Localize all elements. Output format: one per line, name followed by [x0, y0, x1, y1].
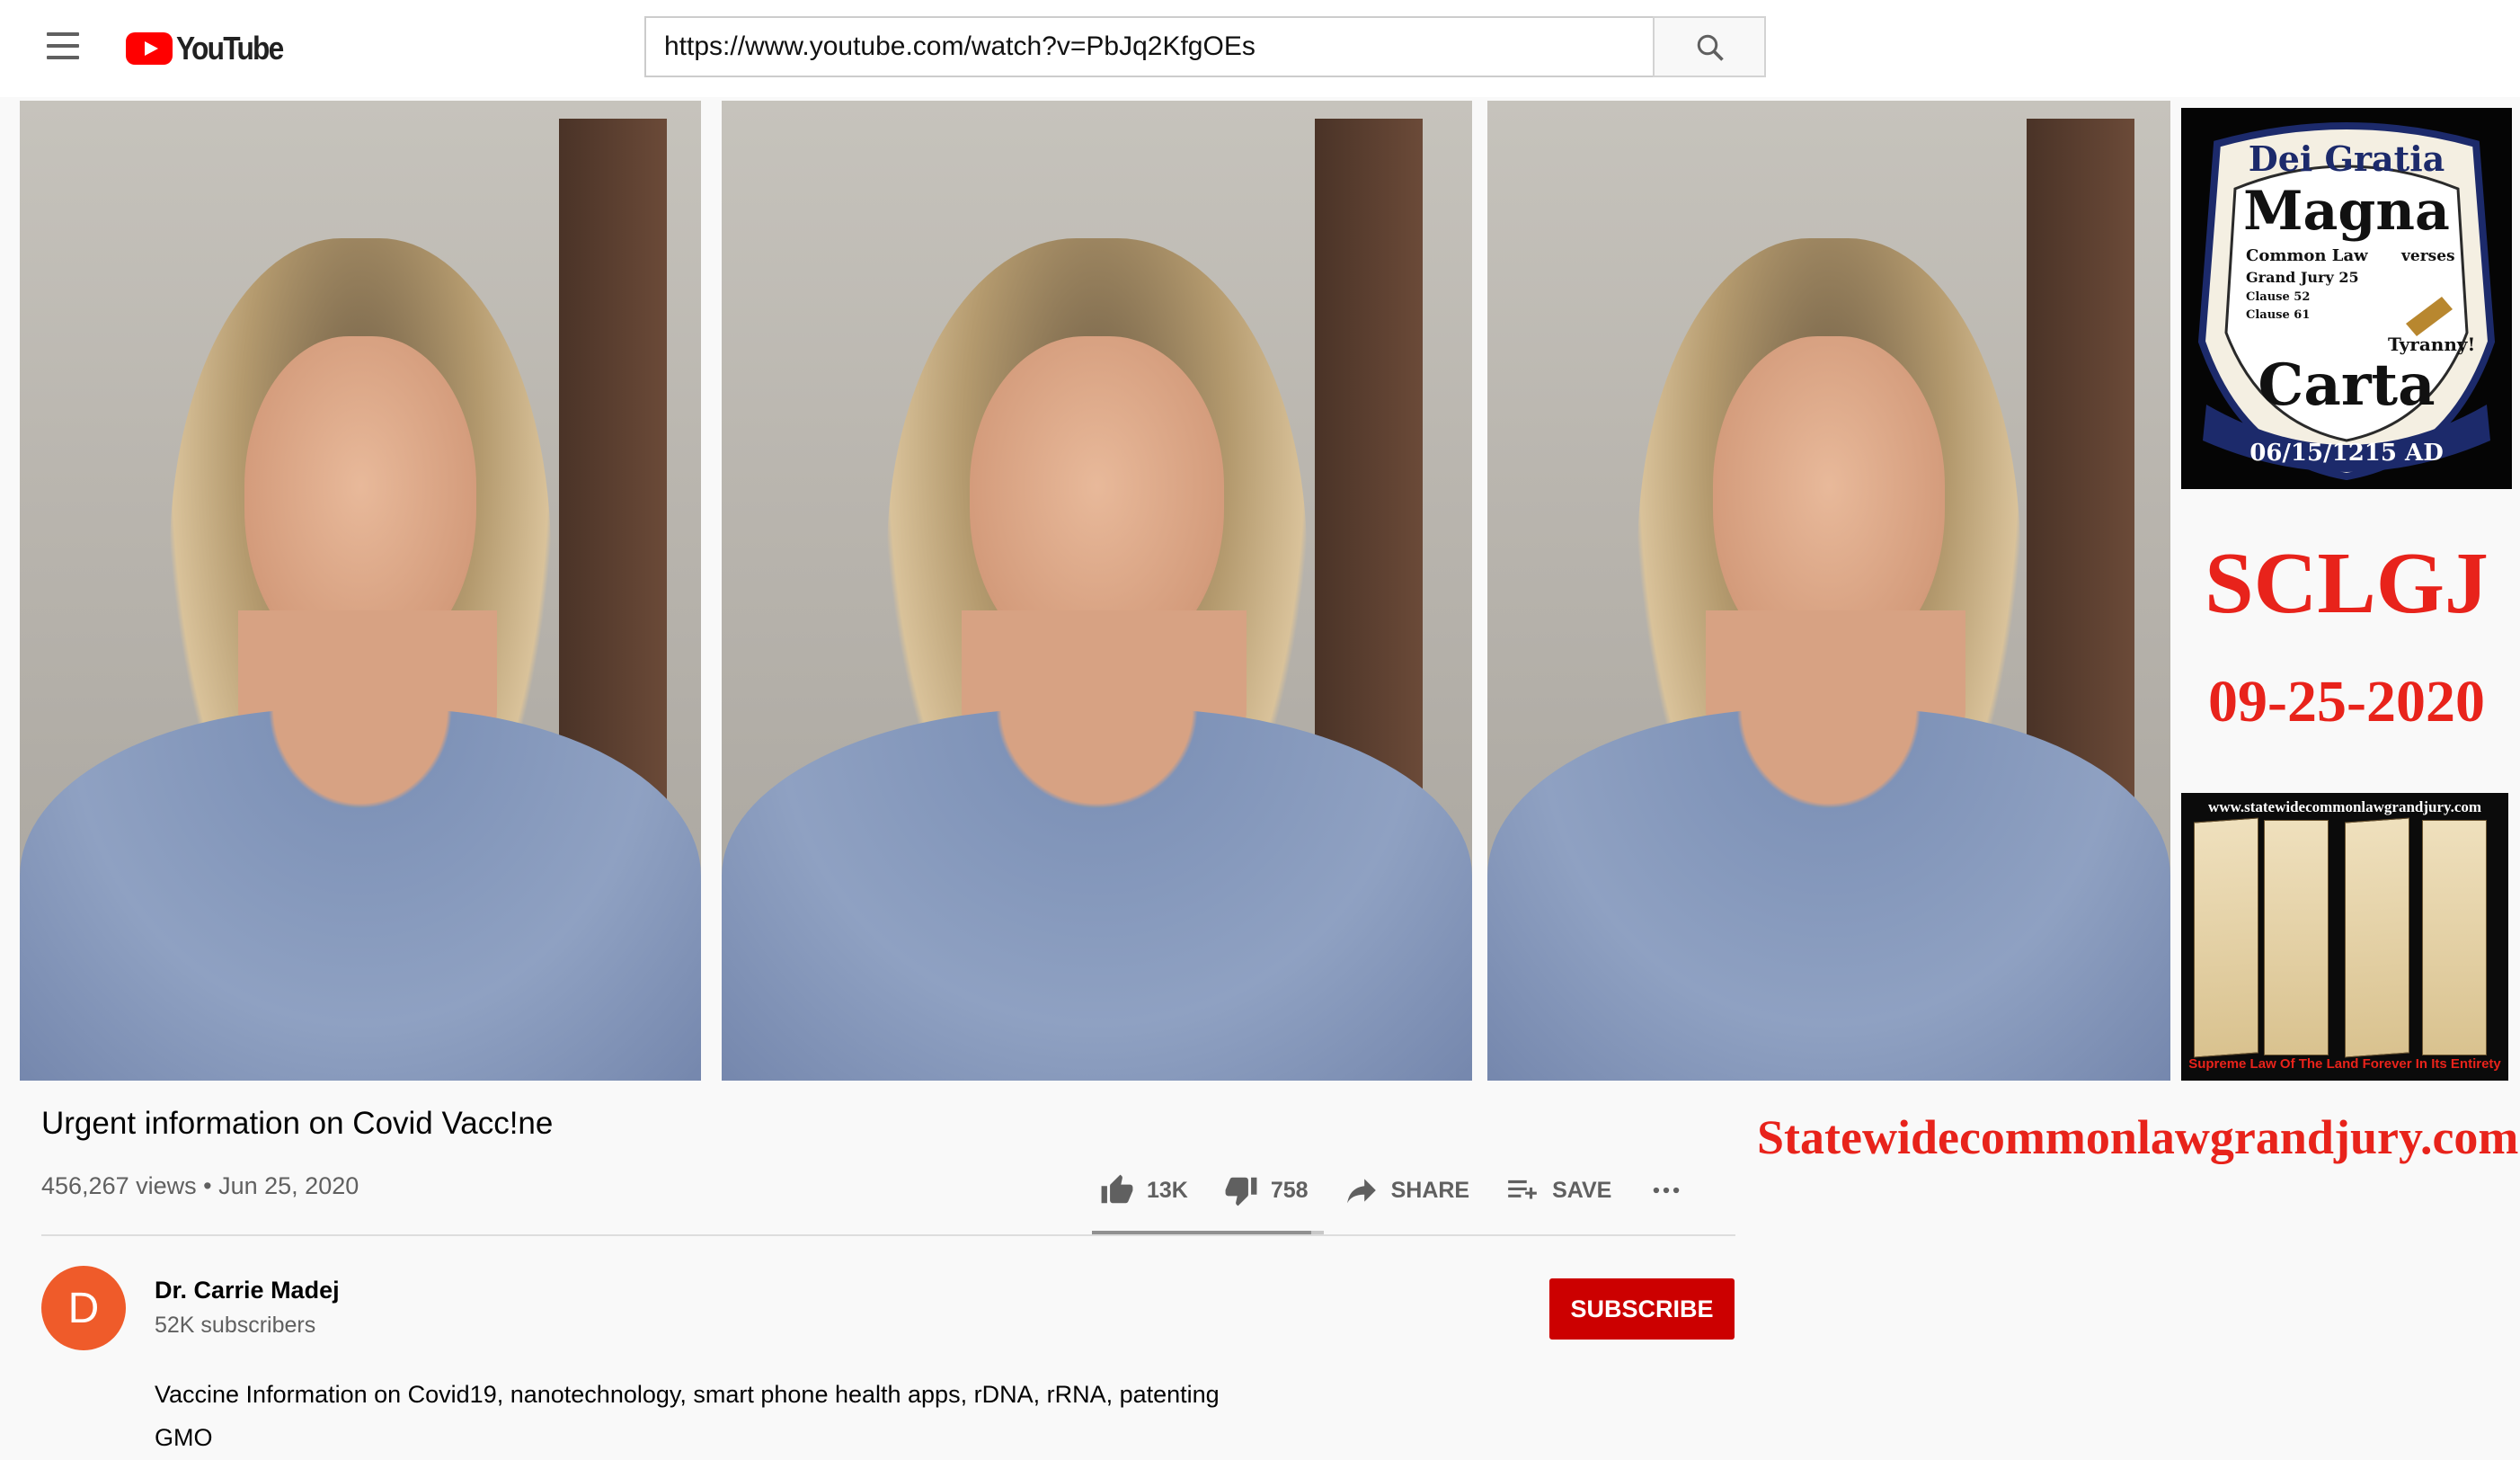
thumbs-up-icon	[1101, 1174, 1133, 1204]
seal-word1: Magna	[2243, 180, 2450, 243]
save-button[interactable]: SAVE	[1505, 1173, 1611, 1207]
share-button[interactable]: SHARE	[1344, 1173, 1470, 1207]
subscriber-count: 52K subscribers	[155, 1313, 316, 1338]
ad-site-link[interactable]: Statewidecommonlawgrandjury.com	[1757, 1109, 2518, 1165]
video-frame-1[interactable]	[20, 101, 701, 1081]
menu-icon[interactable]	[45, 32, 81, 59]
magna-carta-seal: Dei Gratia Magna Common Law Grand Jury 2…	[2181, 108, 2512, 489]
like-button[interactable]: 13K	[1100, 1173, 1188, 1207]
seal-top: Dei Gratia	[2249, 138, 2445, 179]
share-icon	[1346, 1179, 1376, 1204]
share-label: SHARE	[1390, 1177, 1470, 1203]
seal-word2: Carta	[2258, 352, 2435, 419]
view-count: 456,267 views	[41, 1172, 197, 1199]
thumbs-down-icon	[1225, 1177, 1257, 1206]
play-icon	[126, 32, 173, 65]
brochure-footer: Supreme Law Of The Land Forever In Its E…	[2188, 1056, 2501, 1072]
description-line-1: Vaccine Information on Covid19, nanotech…	[155, 1381, 1220, 1408]
brochure-panel	[2264, 820, 2329, 1055]
description-line-2: GMO	[155, 1424, 213, 1451]
masthead: YouTube	[0, 0, 2520, 97]
video-frame-3[interactable]	[1487, 101, 2170, 1081]
seal-left-3: Clause 52	[2246, 290, 2310, 304]
brochure-panel	[2194, 817, 2258, 1058]
more-horizontal-icon	[1654, 1187, 1680, 1194]
brochure-panel	[2422, 820, 2487, 1055]
url-input[interactable]	[646, 18, 1653, 76]
search-icon	[1697, 34, 1724, 61]
dislike-button[interactable]: 758	[1224, 1173, 1309, 1207]
ad-brochure[interactable]: www.statewidecommonlawgrandjury.com Supr…	[2181, 793, 2508, 1081]
search-button[interactable]	[1653, 16, 1766, 77]
meta-separator: •	[203, 1172, 212, 1199]
upload-date: Jun 25, 2020	[218, 1172, 359, 1199]
url-search-box[interactable]	[644, 16, 1653, 77]
save-label: SAVE	[1552, 1177, 1612, 1203]
seal-left-2: Grand Jury 25	[2246, 269, 2359, 286]
action-bar: 13K 758 SHARE SAVE	[1100, 1169, 1734, 1212]
seal-right-top: verses	[2400, 247, 2455, 265]
logo-text: YouTube	[176, 30, 284, 67]
brochure-panel	[2345, 817, 2409, 1058]
subscribe-button[interactable]: SUBSCRIBE	[1549, 1278, 1735, 1340]
video-meta: 456,267 views • Jun 25, 2020	[41, 1172, 359, 1200]
dislike-count: 758	[1270, 1177, 1309, 1203]
seal-left-1: Common Law	[2246, 246, 2368, 265]
seal-date: 06/15/1215 AD	[2249, 440, 2444, 467]
like-count: 13K	[1147, 1177, 1188, 1203]
playlist-add-icon	[1508, 1180, 1537, 1199]
channel-name[interactable]: Dr. Carrie Madej	[155, 1277, 340, 1304]
video-frame-2[interactable]	[722, 101, 1472, 1081]
ad-date: 09-25-2020	[2208, 669, 2485, 734]
seal-left-4: Clause 61	[2246, 308, 2310, 322]
more-actions-button[interactable]	[1647, 1173, 1698, 1207]
video-title: Urgent information on Covid Vacc!ne	[41, 1106, 554, 1141]
ad-headline: SCLGJ	[2205, 535, 2489, 632]
divider	[41, 1234, 1735, 1236]
channel-avatar[interactable]: D	[41, 1266, 126, 1350]
brochure-url: www.statewidecommonlawgrandjury.com	[2207, 798, 2482, 815]
youtube-logo[interactable]: YouTube	[126, 29, 297, 68]
